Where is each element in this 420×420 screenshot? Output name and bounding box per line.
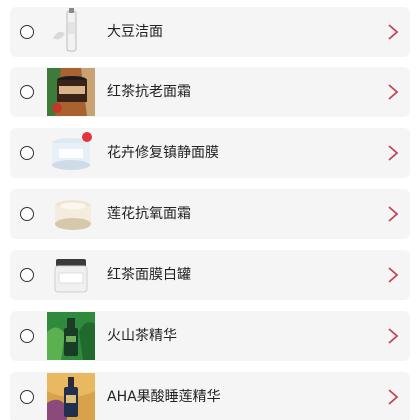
chevron-right-icon[interactable] — [387, 144, 399, 162]
select-radio[interactable] — [20, 329, 34, 343]
chevron-right-icon[interactable] — [387, 205, 399, 223]
select-radio[interactable] — [20, 390, 34, 404]
product-list: 大豆洁面 红茶抗老面霜 花卉修复镇静面膜 莲花抗氧面霜 红茶面膜白罐 火山茶精华… — [0, 0, 420, 420]
list-item[interactable]: 红茶抗老面霜 — [10, 67, 410, 117]
chevron-right-icon[interactable] — [387, 23, 399, 41]
product-thumbnail — [47, 68, 95, 116]
list-item[interactable]: 大豆洁面 — [10, 7, 410, 57]
product-name: AHA果酸睡莲精华 — [107, 389, 221, 405]
select-radio[interactable] — [20, 25, 34, 39]
product-thumbnail — [47, 312, 95, 360]
product-thumbnail — [47, 251, 95, 299]
chevron-right-icon[interactable] — [387, 327, 399, 345]
chevron-right-icon[interactable] — [387, 266, 399, 284]
select-radio[interactable] — [20, 207, 34, 221]
product-name: 莲花抗氧面霜 — [107, 206, 191, 222]
select-radio[interactable] — [20, 146, 34, 160]
list-item[interactable]: 花卉修复镇静面膜 — [10, 128, 410, 178]
product-name: 花卉修复镇静面膜 — [107, 145, 219, 161]
list-item[interactable]: 火山茶精华 — [10, 311, 410, 361]
product-name: 红茶抗老面霜 — [107, 84, 191, 100]
list-item[interactable]: 红茶面膜白罐 — [10, 250, 410, 300]
product-name: 火山茶精华 — [107, 328, 177, 344]
product-thumbnail — [47, 373, 95, 420]
product-thumbnail — [47, 8, 95, 56]
chevron-right-icon[interactable] — [387, 83, 399, 101]
list-item[interactable]: AHA果酸睡莲精华 — [10, 372, 410, 420]
select-radio[interactable] — [20, 85, 34, 99]
chevron-right-icon[interactable] — [387, 388, 399, 406]
product-thumbnail — [47, 129, 95, 177]
list-item[interactable]: 莲花抗氧面霜 — [10, 189, 410, 239]
product-name: 大豆洁面 — [107, 24, 163, 40]
select-radio[interactable] — [20, 268, 34, 282]
product-thumbnail — [47, 190, 95, 238]
product-name: 红茶面膜白罐 — [107, 267, 191, 283]
